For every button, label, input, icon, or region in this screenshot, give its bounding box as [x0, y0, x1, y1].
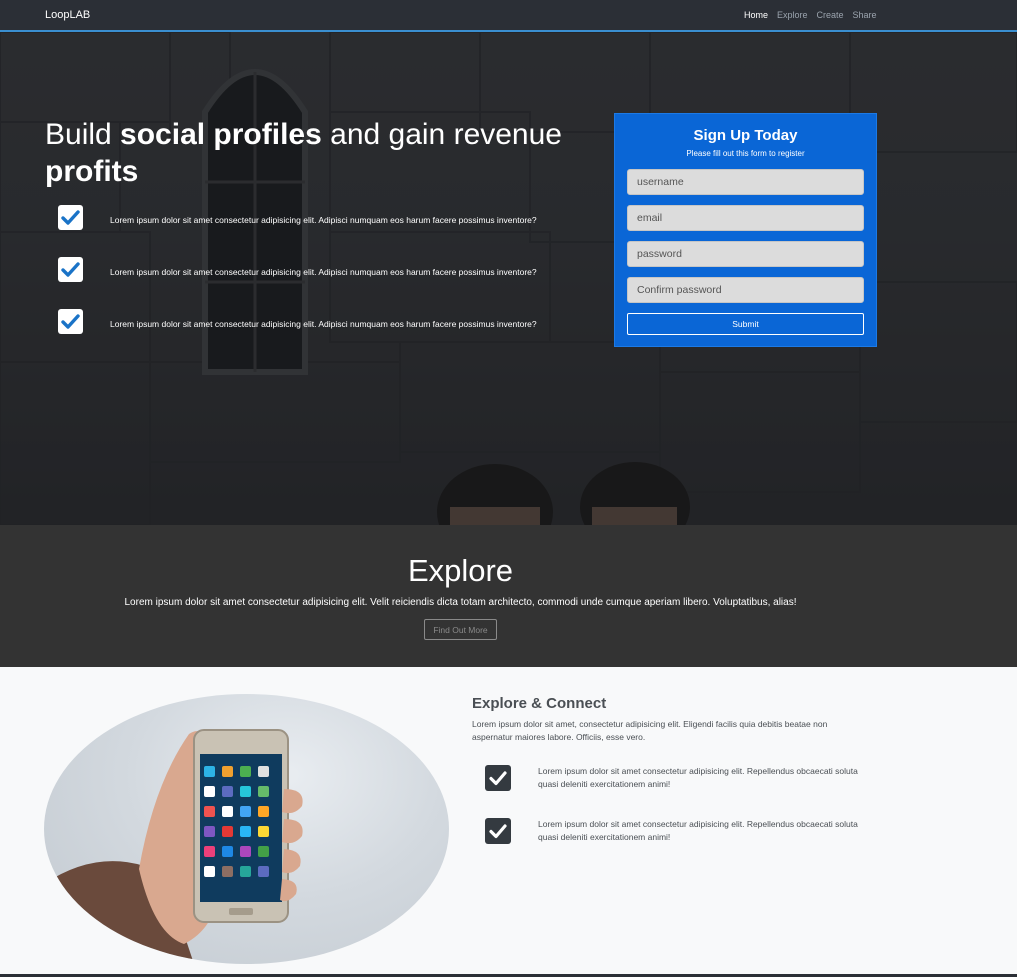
- email-input[interactable]: [627, 205, 864, 231]
- username-input[interactable]: [627, 169, 864, 195]
- hero-section: Build social profiles and gain revenue p…: [0, 32, 1017, 525]
- nav-links: Home Explore Create Share: [744, 10, 877, 20]
- hero-feature-text: Lorem ipsum dolor sit amet consectetur a…: [110, 319, 537, 329]
- nav-link-share[interactable]: Share: [853, 10, 877, 20]
- explore-section: Explore Lorem ipsum dolor sit amet conse…: [0, 525, 1017, 667]
- connect-feature-text: Lorem ipsum dolor sit amet consectetur a…: [538, 766, 858, 789]
- signup-form: Sign Up Today Please fill out this form …: [614, 113, 877, 347]
- submit-button[interactable]: Submit: [627, 313, 864, 335]
- password-input[interactable]: [627, 241, 864, 267]
- nav-link-home[interactable]: Home: [744, 10, 768, 20]
- check-icon: [485, 765, 511, 791]
- nav-link-create[interactable]: Create: [817, 10, 844, 20]
- connect-section: Explore & Connect Lorem ipsum dolor sit …: [0, 667, 1017, 977]
- find-out-more-button[interactable]: Find Out More: [424, 619, 497, 640]
- signup-title: Sign Up Today: [693, 127, 798, 144]
- hero-title: Build social profiles and gain revenue p…: [45, 118, 562, 188]
- connect-feature-text: Lorem ipsum dolor sit amet consectetur a…: [538, 819, 858, 842]
- hero-feature: Lorem ipsum dolor sit amet consectetur a…: [58, 257, 598, 283]
- hero-feature: Lorem ipsum dolor sit amet consectetur a…: [58, 309, 598, 335]
- check-icon: [485, 818, 511, 844]
- connect-feature: Lorem ipsum dolor sit amet consectetur a…: [485, 765, 865, 793]
- connect-feature: Lorem ipsum dolor sit amet consectetur a…: [485, 818, 865, 846]
- phone-image: [44, 694, 449, 964]
- explore-text: Lorem ipsum dolor sit amet consectetur a…: [124, 597, 797, 608]
- signup-subtitle: Please fill out this form to register: [686, 149, 805, 158]
- check-icon: [58, 205, 83, 230]
- hero-feature-text: Lorem ipsum dolor sit amet consectetur a…: [110, 215, 537, 225]
- hero-feature: Lorem ipsum dolor sit amet consectetur a…: [58, 205, 598, 231]
- confirm-password-input[interactable]: [627, 277, 864, 303]
- check-icon: [58, 309, 83, 334]
- hero-feature-text: Lorem ipsum dolor sit amet consectetur a…: [110, 267, 537, 277]
- connect-title: Explore & Connect: [472, 695, 607, 712]
- brand-logo[interactable]: LoopLAB: [45, 9, 90, 21]
- nav-link-explore[interactable]: Explore: [777, 10, 808, 20]
- navbar: LoopLAB Home Explore Create Share: [0, 0, 1017, 32]
- check-icon: [58, 257, 83, 282]
- connect-text: Lorem ipsum dolor sit amet, consectetur …: [472, 719, 828, 742]
- explore-title: Explore: [407, 553, 514, 588]
